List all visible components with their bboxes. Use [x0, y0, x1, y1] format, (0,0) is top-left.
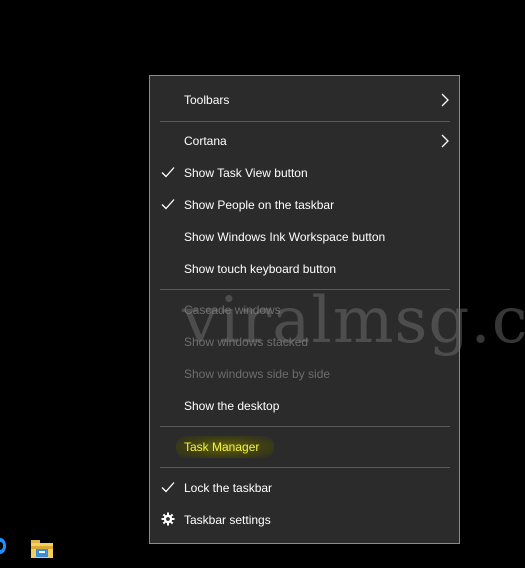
checkmark-icon	[161, 167, 175, 178]
menu-item-label: Show Task View button	[184, 166, 308, 180]
menu-item-label: Show Windows Ink Workspace button	[184, 230, 386, 244]
edge-icon[interactable]	[0, 536, 6, 556]
menu-item-show-windows-stacked: Show windows stacked	[150, 326, 459, 358]
menu-item-show-people[interactable]: Show People on the taskbar	[150, 189, 459, 221]
file-explorer-icon[interactable]	[30, 537, 54, 559]
menu-item-label: Show People on the taskbar	[184, 198, 335, 212]
menu-item-label: Taskbar settings	[184, 513, 271, 527]
menu-item-cortana[interactable]: Cortana	[150, 125, 459, 157]
menu-item-task-manager[interactable]: Task Manager	[150, 431, 459, 463]
menu-item-label: Show windows side by side	[184, 367, 331, 381]
menu-separator	[160, 121, 450, 122]
menu-item-label: Show the desktop	[184, 399, 280, 413]
menu-item-cascade-windows: Cascade windows	[150, 294, 459, 326]
menu-separator	[160, 467, 450, 468]
menu-item-lock-taskbar[interactable]: Lock the taskbar	[150, 472, 459, 504]
menu-item-label: Show touch keyboard button	[184, 262, 337, 276]
menu-item-show-desktop[interactable]: Show the desktop	[150, 390, 459, 422]
chevron-right-icon	[441, 93, 449, 107]
menu-item-show-windows-side-by-side: Show windows side by side	[150, 358, 459, 390]
checkmark-icon	[161, 199, 175, 210]
menu-item-label: Lock the taskbar	[184, 481, 273, 495]
menu-item-show-touch-keyboard[interactable]: Show touch keyboard button	[150, 253, 459, 285]
taskbar-context-menu: Toolbars Cortana Show Task View button S…	[149, 75, 460, 544]
gear-icon	[161, 512, 175, 526]
menu-item-show-ink-workspace[interactable]: Show Windows Ink Workspace button	[150, 221, 459, 253]
menu-separator	[160, 426, 450, 427]
menu-separator	[160, 289, 450, 290]
menu-item-toolbars[interactable]: Toolbars	[150, 84, 459, 116]
menu-item-label: Show windows stacked	[184, 335, 309, 349]
menu-item-label: Task Manager	[184, 440, 260, 454]
desktop: Toolbars Cortana Show Task View button S…	[0, 0, 525, 568]
checkmark-icon	[161, 482, 175, 493]
menu-item-label: Cascade windows	[184, 303, 281, 317]
menu-item-taskbar-settings[interactable]: Taskbar settings	[150, 504, 459, 536]
menu-item-label: Toolbars	[184, 93, 230, 107]
menu-item-label: Cortana	[184, 134, 227, 148]
menu-item-show-task-view[interactable]: Show Task View button	[150, 157, 459, 189]
chevron-right-icon	[441, 134, 449, 148]
